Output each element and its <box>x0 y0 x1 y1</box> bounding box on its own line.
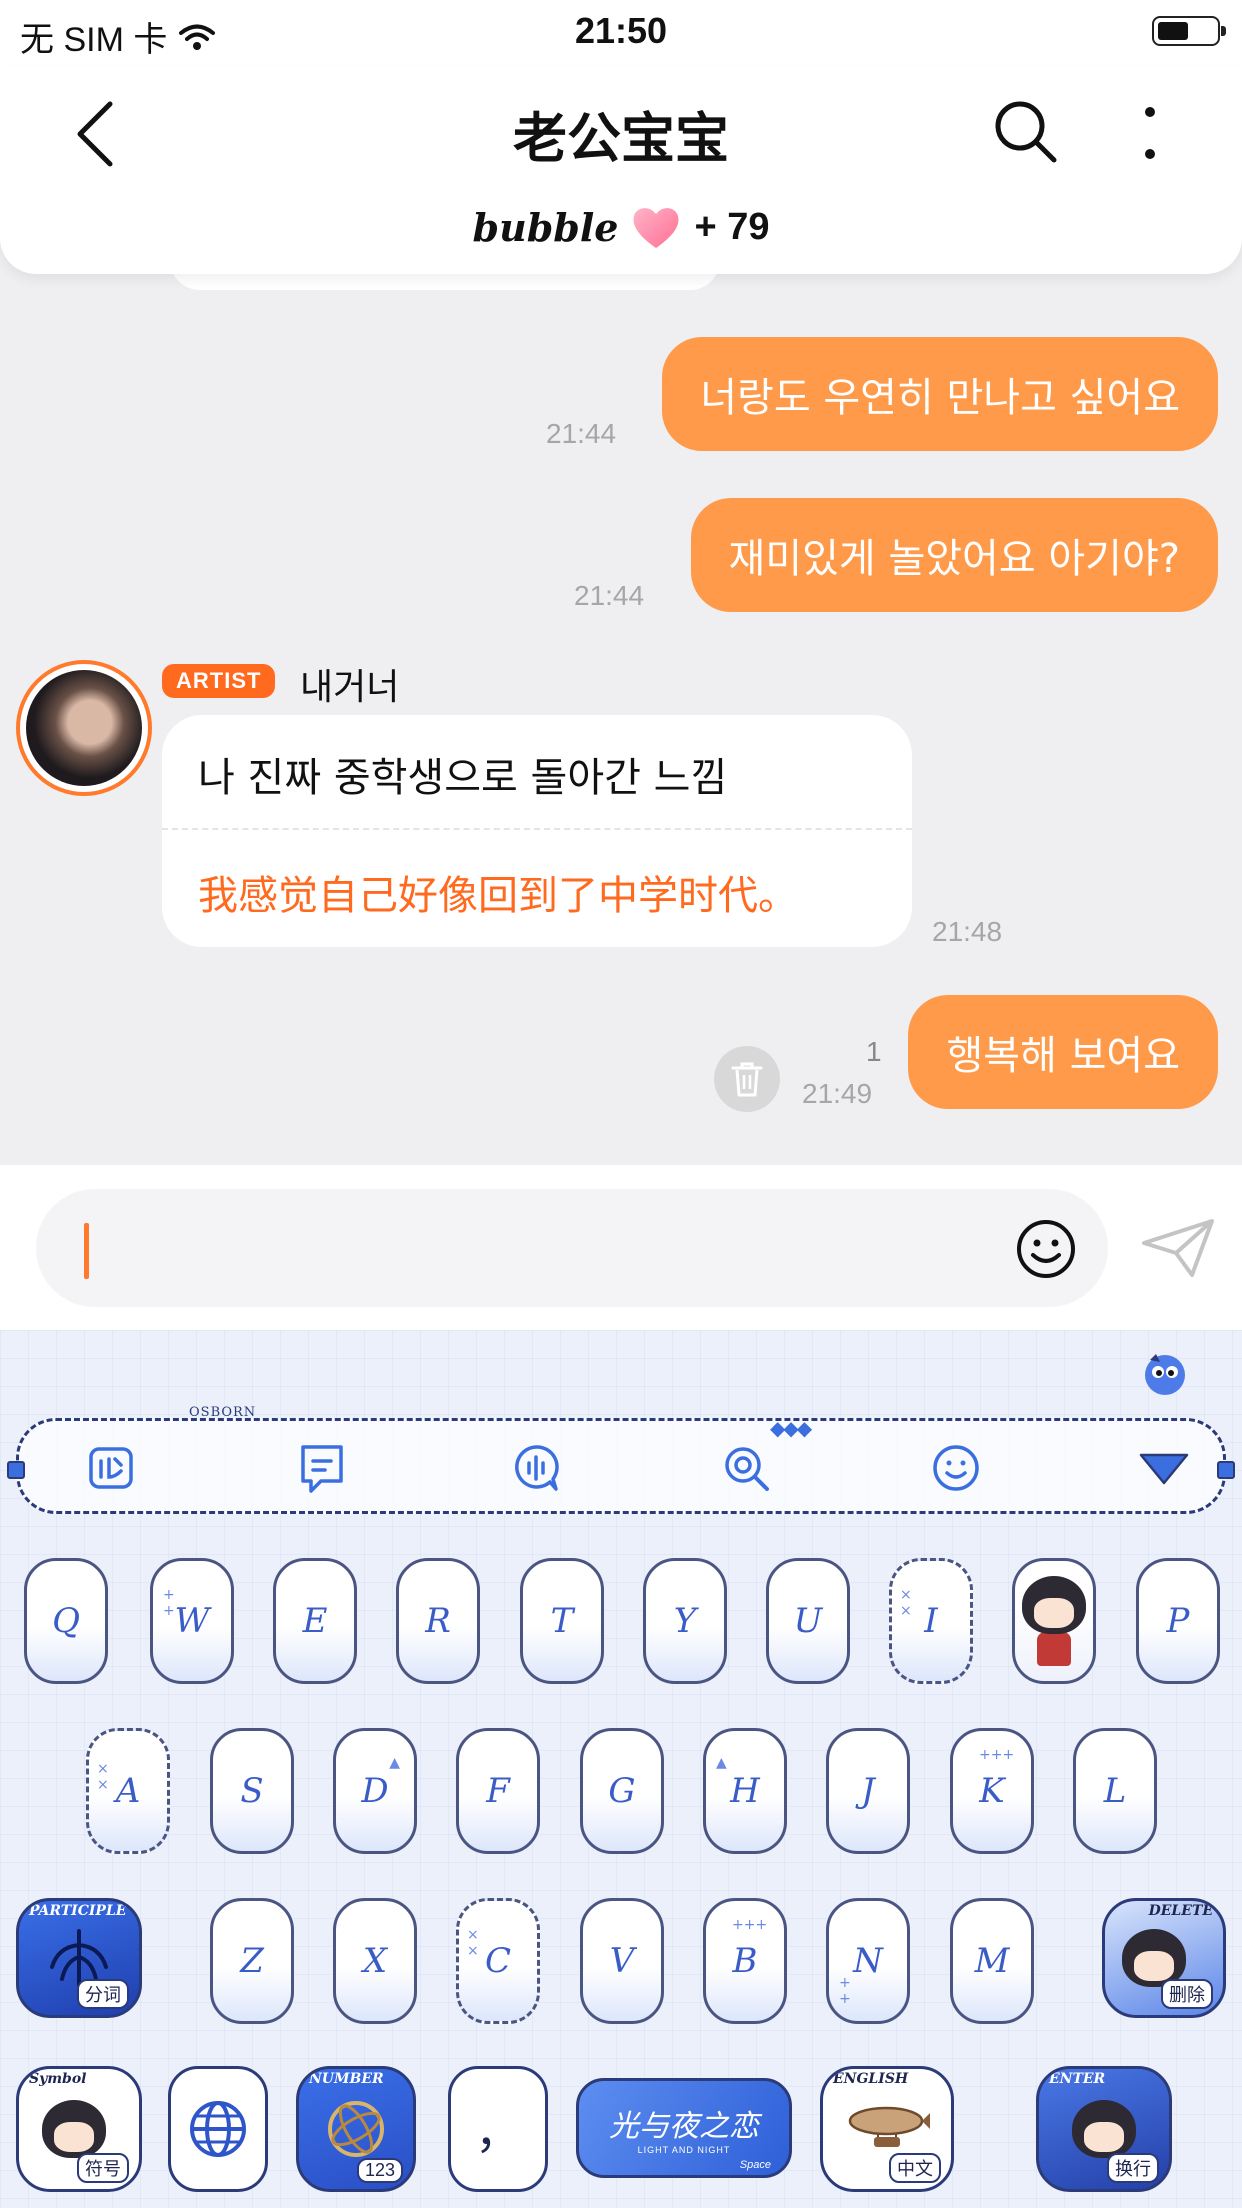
translation-divider <box>162 828 912 830</box>
artist-badge: ARTIST <box>162 664 276 698</box>
symbol-key[interactable]: Symbol 符号 <box>16 2066 142 2192</box>
english-key[interactable]: ENGLISH 中文 <box>820 2066 954 2192</box>
key-chibi-character[interactable] <box>1012 1558 1096 1684</box>
key-w[interactable]: W + + <box>150 1558 234 1684</box>
key-z[interactable]: Z <box>210 1898 294 2024</box>
sent-message[interactable]: 너랑도 우연히 만나고 싶어요 <box>662 337 1218 451</box>
key-t[interactable]: T <box>520 1558 604 1684</box>
enter-key[interactable]: ENTER 换行 <box>1036 2066 1172 2192</box>
punctuation-key[interactable]: ， <box>448 2066 548 2192</box>
language-switch-key[interactable] <box>168 2066 268 2192</box>
unread-count: 1 <box>866 1036 882 1067</box>
bubble-count: + 79 <box>694 205 770 248</box>
space-key-brand: 光与夜之恋 LIGHT AND NIGHT <box>609 2109 759 2155</box>
message-text: 너랑도 우연히 만나고 싶어요 <box>700 375 1180 421</box>
text-cursor <box>84 1223 89 1279</box>
key-x[interactable]: X <box>333 1898 417 2024</box>
message-translation: 我感觉自己好像回到了中学时代。 <box>198 873 798 919</box>
key-v[interactable]: V <box>580 1898 664 2024</box>
message-time: 21:44 <box>574 580 645 611</box>
space-key[interactable]: 光与夜之恋 LIGHT AND NIGHT Space <box>576 2078 792 2178</box>
emoji-icon[interactable] <box>929 1441 983 1495</box>
sent-message[interactable]: 재미있게 놀았어요 아기야? <box>690 498 1218 612</box>
ifly-icon[interactable] <box>85 1441 139 1495</box>
delete-message-button[interactable] <box>714 1046 780 1112</box>
search-button[interactable] <box>990 96 1060 166</box>
key-s[interactable]: S <box>210 1728 294 1854</box>
message-text: 재미있게 놀았어요 아기야? <box>728 536 1180 582</box>
message-input-bar <box>0 1165 1242 1330</box>
message-time: 21:44 <box>546 418 617 449</box>
sent-message[interactable]: 행복해 보여요 <box>908 995 1218 1109</box>
voice-icon[interactable] <box>509 1441 563 1495</box>
artist-avatar[interactable] <box>16 660 152 796</box>
key-q[interactable]: Q <box>24 1558 108 1684</box>
bubble-status: bubble + 79 <box>0 204 1242 250</box>
key-j[interactable]: J <box>826 1728 910 1854</box>
key-n[interactable]: N + + <box>826 1898 910 2024</box>
toolbar-drag-handle[interactable]: ◆◆◆ <box>770 1416 812 1441</box>
heart-icon <box>633 208 679 248</box>
toolbar-handle <box>7 1461 25 1479</box>
key-c[interactable]: C × × <box>456 1898 540 2024</box>
message-input[interactable] <box>36 1189 1108 1307</box>
mascot-icon[interactable] <box>1142 1350 1188 1396</box>
chat-header: 老公宝宝 bubble + 79 <box>0 66 1242 274</box>
message-text: 행복해 보여요 <box>946 1033 1180 1079</box>
keyboard-toolbar: OSBORN <box>7 1405 1235 1514</box>
message-time: 21:49 <box>802 1078 873 1109</box>
message-text-korean: 나 진짜 중학생으로 돌아간 느낌 <box>198 755 728 801</box>
bubble-logo: bubble <box>472 204 619 250</box>
key-e[interactable]: E <box>273 1558 357 1684</box>
message-time: 21:48 <box>932 916 1003 947</box>
key-m[interactable]: M <box>950 1898 1034 2024</box>
key-f[interactable]: F <box>456 1728 540 1854</box>
keyboard: OSBORN ◆◆◆ Q W + + E R T Y U I × × P A ×… <box>0 1330 1242 2208</box>
number-key[interactable]: NUMBER 123 <box>296 2066 416 2192</box>
toolbar-handle <box>1217 1461 1235 1479</box>
toolbar-label: OSBORN <box>189 1405 257 1420</box>
emoji-button[interactable] <box>1014 1217 1078 1281</box>
key-p[interactable]: P <box>1136 1558 1220 1684</box>
key-y[interactable]: Y <box>643 1558 727 1684</box>
character-sticker <box>1022 1576 1086 1666</box>
search-icon[interactable] <box>719 1441 773 1495</box>
more-options-button[interactable] <box>1130 100 1170 166</box>
chat-bubble-icon[interactable] <box>295 1441 349 1495</box>
participle-key[interactable]: PARTICIPLE 分词 <box>16 1898 142 2018</box>
key-i[interactable]: I × × <box>889 1558 973 1684</box>
received-message[interactable]: 나 진짜 중학생으로 돌아간 느낌 我感觉自己好像回到了中学时代。 <box>162 715 912 947</box>
globe-icon <box>190 2101 246 2157</box>
character-sticker <box>1072 2100 1136 2158</box>
character-sticker <box>42 2100 106 2158</box>
key-l[interactable]: L <box>1073 1728 1157 1854</box>
trash-icon <box>731 1062 763 1097</box>
key-h[interactable]: H ▲ <box>703 1728 787 1854</box>
key-u[interactable]: U <box>766 1558 850 1684</box>
send-button[interactable] <box>1140 1217 1216 1279</box>
armillary-sphere-icon <box>328 2101 384 2157</box>
collapse-keyboard-icon[interactable] <box>1137 1441 1191 1495</box>
key-k[interactable]: K +++ <box>950 1728 1034 1854</box>
delete-key[interactable]: DELETE 删除 <box>1102 1898 1226 2018</box>
airship-icon <box>848 2106 930 2147</box>
sender-name: 내거너 <box>300 667 400 708</box>
key-b[interactable]: B +++ <box>703 1898 787 2024</box>
key-r[interactable]: R <box>396 1558 480 1684</box>
key-a[interactable]: A × × <box>86 1728 170 1854</box>
key-d[interactable]: D ▲ <box>333 1728 417 1854</box>
key-g[interactable]: G <box>580 1728 664 1854</box>
